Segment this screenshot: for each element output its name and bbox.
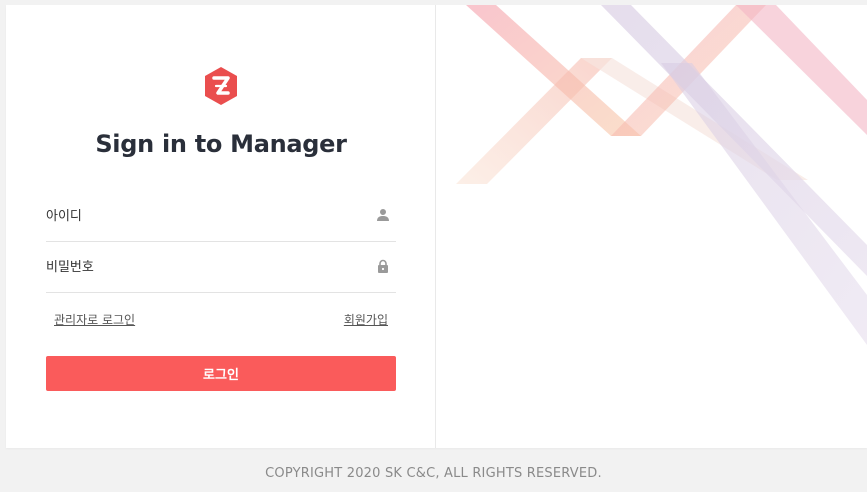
id-input[interactable] — [46, 191, 366, 241]
user-icon — [377, 209, 389, 221]
decorative-panel — [436, 5, 867, 448]
z-hexagon-logo-icon — [205, 67, 237, 105]
password-input[interactable] — [46, 242, 366, 292]
id-field — [46, 191, 396, 242]
login-card: Sign in to Manager 관리자로 로그인 회원가입 로그인 — [6, 5, 867, 448]
login-form-panel: Sign in to Manager 관리자로 로그인 회원가입 로그인 — [6, 5, 436, 448]
login-button[interactable]: 로그인 — [46, 356, 396, 391]
lock-icon — [378, 259, 388, 273]
signup-link[interactable]: 회원가입 — [344, 311, 388, 328]
admin-login-link[interactable]: 관리자로 로그인 — [54, 311, 135, 328]
auth-links: 관리자로 로그인 회원가입 — [54, 311, 388, 329]
copyright-footer: COPYRIGHT 2020 SK C&C, ALL RIGHTS RESERV… — [265, 466, 602, 481]
password-field — [46, 242, 396, 293]
decorative-stripes — [456, 5, 867, 345]
page-title: Sign in to Manager — [95, 130, 347, 158]
